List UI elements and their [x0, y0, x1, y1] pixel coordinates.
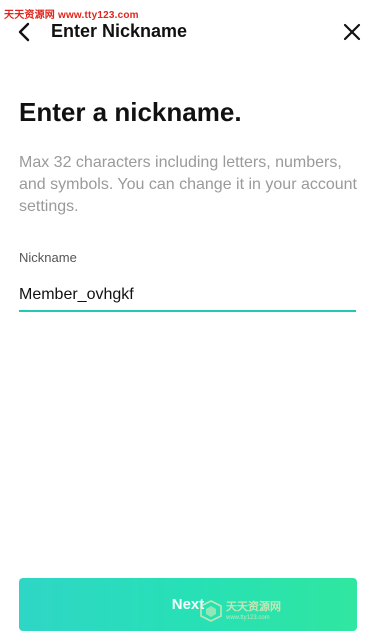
- page-heading: Enter a nickname.: [19, 97, 242, 127]
- header: Enter Nickname: [0, 14, 382, 52]
- close-icon: [343, 23, 361, 41]
- close-button[interactable]: [338, 18, 366, 46]
- nickname-label: Nickname: [19, 250, 77, 265]
- chevron-left-icon: [18, 22, 30, 42]
- nickname-input[interactable]: [19, 280, 356, 312]
- back-button[interactable]: [10, 18, 38, 46]
- next-button-label: Next: [171, 596, 205, 613]
- next-button[interactable]: Next: [19, 578, 357, 631]
- header-title: Enter Nickname: [51, 21, 188, 41]
- screen: 天天资源网 www.tty123.com Enter Nickname Ente…: [0, 0, 382, 638]
- helper-text: Max 32 characters including letters, num…: [19, 154, 357, 215]
